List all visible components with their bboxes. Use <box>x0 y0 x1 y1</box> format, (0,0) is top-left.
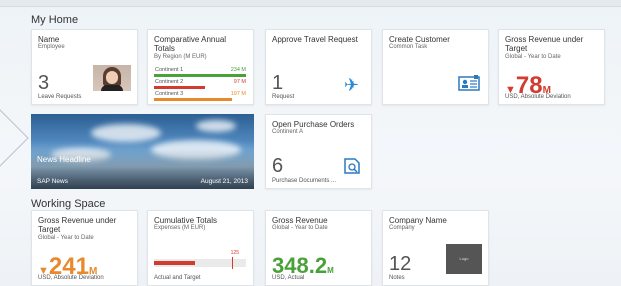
tile-approve-travel[interactable]: Approve Travel Request 1 ✈ Request <box>265 29 372 105</box>
tile-subtitle: Common Task <box>389 44 428 50</box>
tile-count: 6 <box>272 155 284 177</box>
tile-footer: USD, Actual <box>272 275 305 281</box>
tile-subtitle: Global - Year to Date <box>505 54 561 60</box>
comparison-row-bar <box>154 86 205 89</box>
comparison-row-label: Continent 3 <box>155 91 184 97</box>
company-logo: Logo <box>446 244 482 274</box>
tile-title: Name <box>38 35 60 44</box>
tile-title: Open Purchase Orders <box>272 120 355 129</box>
tile-title: Cumulative Totals <box>154 216 217 225</box>
customer-card-icon <box>458 75 480 91</box>
previous-page-chevron-icon[interactable] <box>0 108 29 168</box>
comparison-row: Continent 3 197 M <box>154 91 246 101</box>
tile-title: Comparative Annual Totals <box>154 35 227 53</box>
news-source: SAP News <box>37 178 68 185</box>
tile-footer: Actual and Target <box>154 275 201 281</box>
comparison-row-bar <box>154 74 246 77</box>
tile-subtitle: Employee <box>38 44 65 50</box>
comparison-row-value: 97 M <box>233 79 246 85</box>
tile-footer: USD, Absolute Deviation <box>505 94 571 100</box>
tile-count: 1 <box>272 72 284 94</box>
section-title-my-home: My Home <box>31 14 79 26</box>
comparison-row-value: 234 M <box>230 67 246 73</box>
tile-subtitle: Global - Year to Date <box>272 225 328 231</box>
tile-footer: Purchase Documents ... <box>272 178 337 184</box>
bullet-chart <box>154 257 246 269</box>
top-bar <box>0 0 621 7</box>
tile-subtitle: Company <box>389 225 415 231</box>
tile-subtitle: By Region (M EUR) <box>154 54 207 60</box>
actual-bar <box>154 261 196 265</box>
target-label: 125 <box>230 250 239 256</box>
target-marker <box>232 257 234 269</box>
comparison-row-value: 197 M <box>230 91 246 97</box>
tile-count: 12 <box>389 253 412 275</box>
comparison-row: Continent 2 97 M <box>154 79 246 89</box>
tile-title: Approve Travel Request <box>272 35 358 44</box>
tile-count: 3 <box>38 72 50 94</box>
section-title-working-space: Working Space <box>31 198 106 210</box>
tile-subtitle: Continent A <box>272 129 304 135</box>
tile-title: Gross Revenue under Target <box>38 216 117 234</box>
tile-title: Gross Revenue <box>272 216 328 225</box>
tile-subtitle: Global - Year to Date <box>38 235 94 241</box>
tile-company[interactable]: Company Name Company 12 Logo Notes <box>382 210 489 286</box>
tile-cumulative-totals[interactable]: Cumulative Totals Expenses (M EUR) 125 A… <box>147 210 254 286</box>
tile-gross-revenue-under-target-2[interactable]: Gross Revenue under Target Global - Year… <box>31 210 138 286</box>
tile-create-customer[interactable]: Create Customer Common Task <box>382 29 489 105</box>
tile-comparative-totals[interactable]: Comparative Annual Totals By Region (M E… <box>147 29 254 105</box>
tile-footer: Notes <box>389 275 405 281</box>
tile-gross-revenue-under-target[interactable]: Gross Revenue under Target Global - Year… <box>498 29 605 105</box>
tile-footer: USD, Absolute Deviation <box>38 275 104 281</box>
news-date: August 21, 2013 <box>200 178 248 185</box>
tile-title: Gross Revenue under Target <box>505 35 584 53</box>
tile-open-purchase-orders[interactable]: Open Purchase Orders Continent A 6 Purch… <box>265 114 372 189</box>
comparison-row-bar <box>154 98 233 101</box>
news-headline: News Headline <box>37 155 91 164</box>
tile-footer: Leave Requests <box>38 94 82 100</box>
tile-news[interactable]: News Headline SAP News August 21, 2013 <box>31 114 254 189</box>
tile-footer: Request <box>272 94 295 100</box>
tile-title: Create Customer <box>389 35 450 44</box>
tile-title: Company Name <box>389 216 447 225</box>
tile-subtitle: Expenses (M EUR) <box>154 225 206 231</box>
tile-gross-revenue[interactable]: Gross Revenue Global - Year to Date 348.… <box>265 210 372 286</box>
purchase-document-icon <box>344 158 360 174</box>
employee-avatar <box>93 65 131 91</box>
comparison-row-label: Continent 1 <box>155 67 184 73</box>
tile-name-employee[interactable]: Name Employee 3 Leave Requests <box>31 29 138 105</box>
airplane-icon: ✈ <box>343 75 359 95</box>
comparison-row-label: Continent 2 <box>155 79 184 85</box>
comparison-row: Continent 1 234 M <box>154 67 246 77</box>
